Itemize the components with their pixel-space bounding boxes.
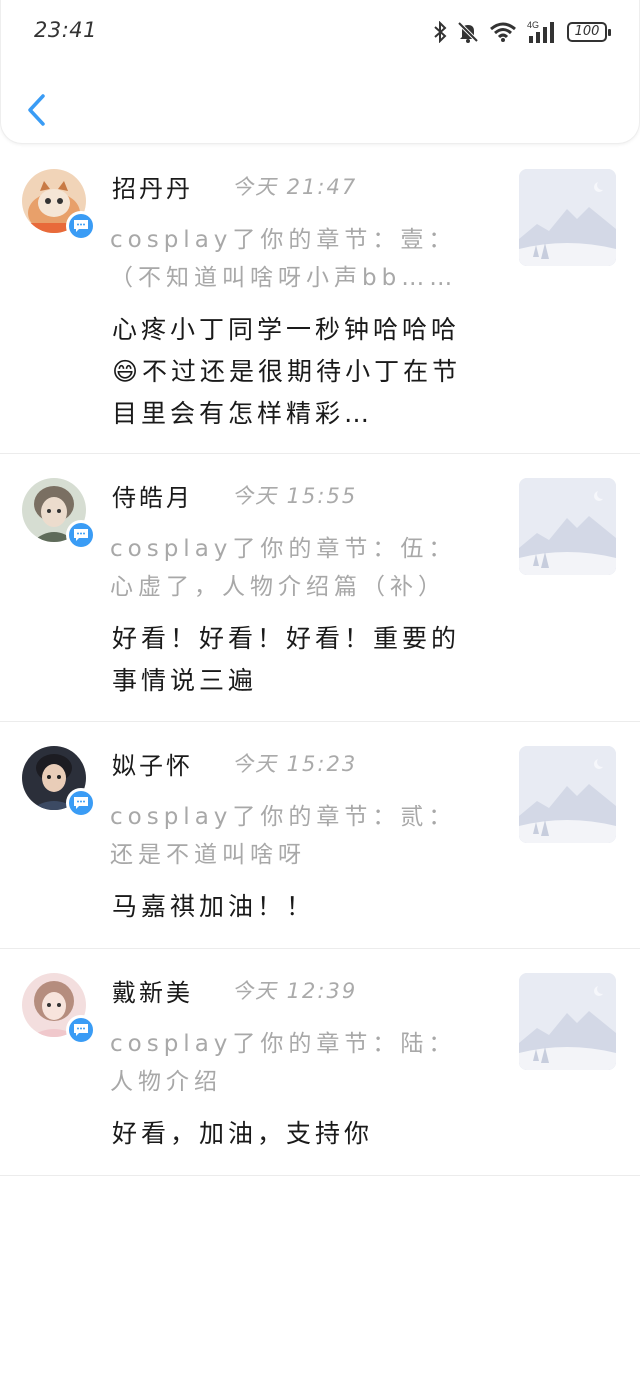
comment-text: 马嘉祺加油！！	[112, 892, 316, 921]
comment-badge-icon	[66, 1015, 96, 1045]
comment-time: 今天 15:23	[232, 752, 358, 776]
chapter-thumbnail[interactable]	[519, 746, 616, 843]
signal-icon: 4G	[527, 20, 554, 43]
user-name[interactable]: 招丹丹	[112, 169, 193, 204]
chapter-reference[interactable]: cosplay了你的章节：伍：心虚了，人物介绍篇（补）	[110, 530, 480, 606]
user-name[interactable]: 戴新美	[112, 973, 193, 1008]
chapter-thumbnail[interactable]	[519, 478, 616, 575]
comment-time: 今天 15:55	[232, 484, 358, 508]
user-name[interactable]: 侍皓月	[112, 478, 193, 513]
battery-level: 100	[574, 24, 600, 39]
chapter-reference[interactable]: cosplay了你的章节：壹：（不知道叫啥呀小声bb……	[110, 221, 480, 297]
back-button[interactable]	[23, 92, 51, 128]
comment-time: 今天 12:39	[232, 979, 358, 1003]
chapter-reference[interactable]: cosplay了你的章节：陆：人物介绍	[110, 1025, 480, 1101]
comment-text: 心疼小丁同学一秒钟哈哈哈😄不过还是很期待小丁在节目里会有怎样精彩…	[112, 315, 462, 428]
bluetooth-icon	[434, 21, 447, 43]
avatar[interactable]	[22, 973, 96, 1045]
chapter-thumbnail[interactable]	[519, 973, 616, 1070]
avatar[interactable]	[22, 169, 96, 241]
comment-item[interactable]: 姒子怀 今天 15:23 cosplay了你的章节：贰：还是不道叫啥呀 马嘉祺加…	[0, 722, 640, 949]
comment-text: 好看，加油，支持你	[112, 1119, 374, 1148]
avatar[interactable]	[22, 478, 96, 550]
network-label: 4G	[527, 20, 539, 30]
comment-badge-icon	[66, 788, 96, 818]
comment-item[interactable]: 招丹丹 今天 21:47 cosplay了你的章节：壹：（不知道叫啥呀小声bb……	[0, 145, 640, 454]
mute-bell-icon	[457, 21, 479, 43]
chapter-reference[interactable]: cosplay了你的章节：贰：还是不道叫啥呀	[110, 798, 480, 874]
comment-time: 今天 21:47	[232, 175, 358, 199]
comment-badge-icon	[66, 211, 96, 241]
status-icons: 4G 100	[433, 16, 611, 48]
chapter-thumbnail[interactable]	[519, 169, 616, 266]
comment-text: 好看！好看！好看！重要的事情说三遍	[112, 624, 461, 695]
comment-badge-icon	[66, 520, 96, 550]
user-name[interactable]: 姒子怀	[112, 746, 193, 781]
comments-page: 23:41 4G 100 招丹丹 今天 21:47 cosplay了你的章节：壹…	[0, 0, 640, 1387]
comment-item[interactable]: 侍皓月 今天 15:55 cosplay了你的章节：伍：心虚了，人物介绍篇（补）…	[0, 454, 640, 722]
wifi-icon	[490, 22, 516, 42]
battery-icon: 100	[567, 22, 611, 42]
comment-item[interactable]: 戴新美 今天 12:39 cosplay了你的章节：陆：人物介绍 好看，加油，支…	[0, 949, 640, 1176]
header: 23:41 4G 100	[0, 0, 640, 144]
status-time: 23:41	[34, 18, 98, 42]
avatar[interactable]	[22, 746, 96, 818]
chevron-left-icon	[28, 94, 45, 126]
status-bar: 23:41 4G 100	[1, 0, 640, 64]
